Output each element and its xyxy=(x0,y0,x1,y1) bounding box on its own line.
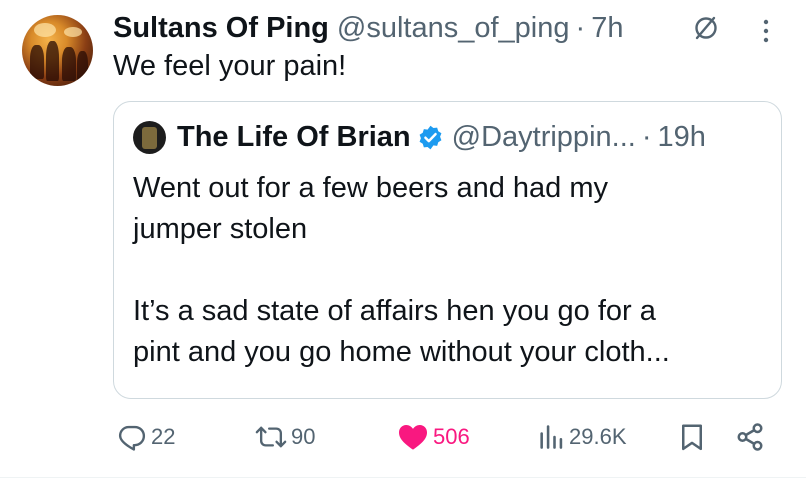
like-count: 506 xyxy=(433,424,470,449)
more-icon[interactable] xyxy=(760,17,772,45)
like-button[interactable]: 506 xyxy=(397,417,470,457)
quoted-author-handle[interactable]: @Daytrippin... xyxy=(452,121,636,154)
action-bar: 22 90 506 29.6K xyxy=(113,417,773,457)
repost-icon xyxy=(255,426,287,448)
verified-badge-icon xyxy=(419,125,442,149)
author-avatar[interactable] xyxy=(22,15,93,86)
quoted-text-line: It’s a sad state of affairs hen you go f… xyxy=(133,295,656,327)
quoted-header-separator: · xyxy=(641,120,652,153)
avatar-detail xyxy=(34,23,56,37)
author-name[interactable]: Sultans Of Ping xyxy=(113,12,329,45)
share-icon xyxy=(737,423,763,451)
author-handle[interactable]: @sultans_of_ping xyxy=(337,12,570,45)
quoted-author-name[interactable]: The Life Of Brian xyxy=(177,121,411,154)
reply-count: 22 xyxy=(151,424,176,449)
reply-icon xyxy=(118,425,146,451)
header-separator: · xyxy=(575,11,586,44)
next-tweet-divider xyxy=(0,477,806,500)
quoted-tweet-card[interactable]: The Life Of Brian @Daytrippin... · 19h W… xyxy=(113,101,782,399)
quoted-tweet-text: Went out for a few beers and had my jump… xyxy=(133,168,670,373)
avatar-detail xyxy=(77,51,88,81)
avatar-detail xyxy=(142,127,157,149)
quoted-text-line: jumper stolen xyxy=(133,213,308,245)
quoted-text-line: pint and you go home without your cloth.… xyxy=(133,336,670,368)
views-button[interactable]: 29.6K xyxy=(537,417,627,457)
reply-button[interactable]: 22 xyxy=(117,417,175,457)
repost-button[interactable]: 90 xyxy=(255,417,315,457)
quoted-tweet-header: The Life Of Brian @Daytrippin... · 19h xyxy=(177,117,706,157)
grok-icon[interactable] xyxy=(693,15,719,41)
tweet-time[interactable]: 7h xyxy=(591,12,623,45)
avatar-detail xyxy=(64,27,82,37)
quoted-text-line: Went out for a few beers and had my xyxy=(133,172,609,204)
views-icon xyxy=(540,425,563,449)
tweet-text: We feel your pain! xyxy=(113,50,347,82)
share-button[interactable] xyxy=(735,417,765,457)
avatar-detail xyxy=(30,45,44,79)
tweet-header: Sultans Of Ping @sultans_of_ping · 7h xyxy=(113,10,623,46)
bookmark-icon xyxy=(682,424,702,451)
quoted-tweet-time[interactable]: 19h xyxy=(657,121,705,154)
bookmark-button[interactable] xyxy=(679,417,705,457)
repost-count: 90 xyxy=(291,424,316,449)
views-count: 29.6K xyxy=(569,424,627,449)
avatar-detail xyxy=(62,47,76,81)
like-icon xyxy=(399,425,427,450)
quoted-author-avatar[interactable] xyxy=(133,121,166,154)
avatar-detail xyxy=(46,41,59,81)
